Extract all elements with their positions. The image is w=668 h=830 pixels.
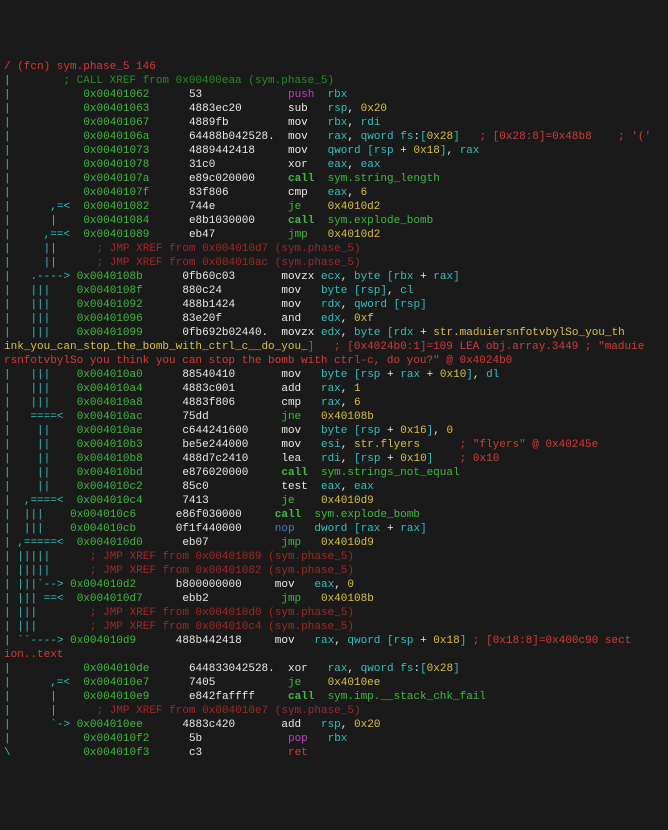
asm-line: | |||`--> 0x004010d2 b800000000 mov eax,… — [4, 578, 664, 592]
asm-line: | || ; JMP XREF from 0x004010ac (sym.pha… — [4, 256, 664, 270]
asm-line: ink_you_can_stop_the_bomb_with_ctrl_c__d… — [4, 340, 664, 354]
asm-line: | ||| 0x004010c6 e86f030000 call sym.exp… — [4, 508, 664, 522]
asm-line: | 0x004010f2 5b pop rbx — [4, 732, 664, 746]
asm-line: | ||| 0x00401096 83e20f and edx, 0xf — [4, 312, 664, 326]
asm-line: | ||| 0x004010a4 4883c001 add rax, 1 — [4, 382, 664, 396]
asm-line: | `-> 0x004010ee 4883c420 add rsp, 0x20 — [4, 718, 664, 732]
asm-line: \ 0x004010f3 c3 ret — [4, 746, 664, 760]
asm-line: | | 0x00401084 e8b1030000 call sym.explo… — [4, 214, 664, 228]
asm-line: | 0x004010de 644833042528. xor rax, qwor… — [4, 662, 664, 676]
asm-line: | ||||| ; JMP XREF from 0x00401082 (sym.… — [4, 564, 664, 578]
asm-line: rsnfotvbylSo you think you can stop the … — [4, 354, 664, 368]
asm-line: | || 0x004010c2 85c0 test eax, eax — [4, 480, 664, 494]
asm-line: | ||| ; JMP XREF from 0x004010c4 (sym.ph… — [4, 620, 664, 634]
asm-line: | ,=====< 0x004010d0 eb07 jmp 0x4010d9 — [4, 536, 664, 550]
asm-line: | || 0x004010ae c644241600 mov byte [rsp… — [4, 424, 664, 438]
asm-line: | 0x00401067 4889fb mov rbx, rdi — [4, 116, 664, 130]
asm-line: | ||| 0x004010a0 88540410 mov byte [rsp … — [4, 368, 664, 382]
asm-line: | || ; JMP XREF from 0x004010d7 (sym.pha… — [4, 242, 664, 256]
asm-line: | ||| 0x004010cb 0f1f440000 nop dword [r… — [4, 522, 664, 536]
asm-line: | .----> 0x0040108b 0fb60c03 movzx ecx, … — [4, 270, 664, 284]
asm-line: | ``----> 0x004010d9 488b442418 mov rax,… — [4, 634, 664, 648]
asm-line: | ||| 0x0040108f 880c24 mov byte [rsp], … — [4, 284, 664, 298]
asm-line: | || 0x004010b3 be5e244000 mov esi, str.… — [4, 438, 664, 452]
asm-line: | ====< 0x004010ac 75dd jne 0x40108b — [4, 410, 664, 424]
function-header: / (fcn) sym.phase_5 146 — [4, 60, 664, 74]
asm-line: | ,==< 0x00401089 eb47 jmp 0x4010d2 — [4, 228, 664, 242]
asm-line: | 0x0040107f 83f806 cmp eax, 6 — [4, 186, 664, 200]
asm-line: | 0x00401062 53 push rbx — [4, 88, 664, 102]
asm-line: | ||| ==< 0x004010d7 ebb2 jmp 0x40108b — [4, 592, 664, 606]
asm-line: | ||| 0x00401099 0fb692b02440. movzx edx… — [4, 326, 664, 340]
asm-line: | 0x00401063 4883ec20 sub rsp, 0x20 — [4, 102, 664, 116]
asm-line: | | 0x004010e9 e842faffff call sym.imp._… — [4, 690, 664, 704]
asm-line: | ||||| ; JMP XREF from 0x00401089 (sym.… — [4, 550, 664, 564]
asm-line: | || 0x004010bd e876020000 call sym.stri… — [4, 466, 664, 480]
asm-line: | | ; JMP XREF from 0x004010e7 (sym.phas… — [4, 704, 664, 718]
asm-line: | 0x00401078 31c0 xor eax, eax — [4, 158, 664, 172]
disassembly-listing: / (fcn) sym.phase_5 146| ; CALL XREF fro… — [4, 60, 664, 760]
asm-line: | ||| 0x004010a8 4883f806 cmp rax, 6 — [4, 396, 664, 410]
asm-line: | ,=< 0x00401082 744e je 0x4010d2 — [4, 200, 664, 214]
xref-header: | ; CALL XREF from 0x00400eaa (sym.phase… — [4, 74, 664, 88]
asm-line: | ,=< 0x004010e7 7405 je 0x4010ee — [4, 676, 664, 690]
asm-line: ion..text — [4, 648, 664, 662]
asm-line: | ||| ; JMP XREF from 0x004010d0 (sym.ph… — [4, 606, 664, 620]
asm-line: | ,====< 0x004010c4 7413 je 0x4010d9 — [4, 494, 664, 508]
asm-line: | || 0x004010b8 488d7c2410 lea rdi, [rsp… — [4, 452, 664, 466]
asm-line: | 0x0040106a 64488b042528. mov rax, qwor… — [4, 130, 664, 144]
asm-line: | ||| 0x00401092 488b1424 mov rdx, qword… — [4, 298, 664, 312]
asm-line: | 0x0040107a e89c020000 call sym.string_… — [4, 172, 664, 186]
asm-line: | 0x00401073 4889442418 mov qword [rsp +… — [4, 144, 664, 158]
